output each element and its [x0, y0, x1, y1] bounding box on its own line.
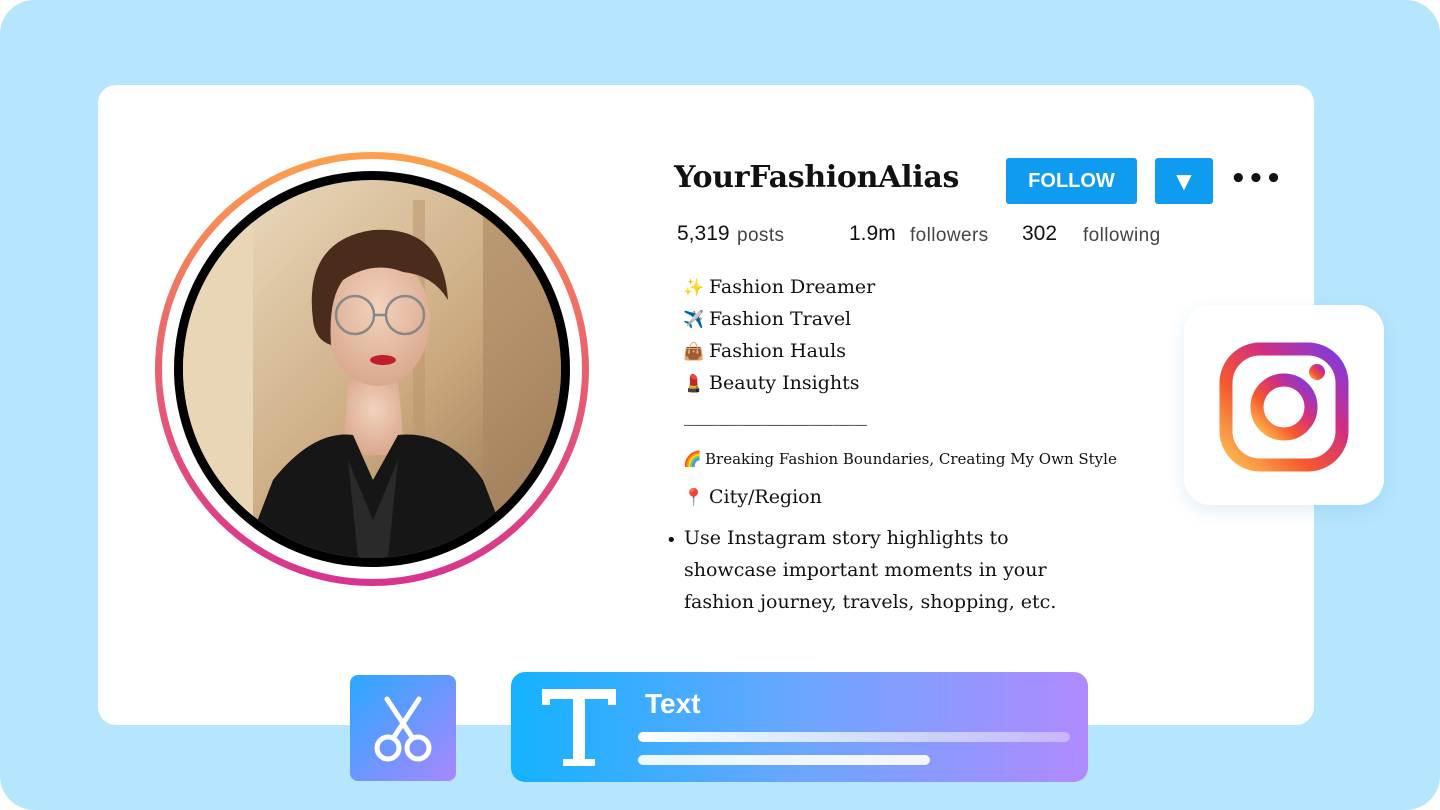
- dropdown-button[interactable]: ▼: [1155, 158, 1213, 204]
- follow-button[interactable]: FOLLOW: [1006, 158, 1137, 204]
- profile-avatar[interactable]: [183, 180, 561, 558]
- pin-icon: 📍: [683, 488, 705, 508]
- text-icon: [542, 689, 616, 766]
- scissors-icon: [374, 696, 432, 762]
- followers-count[interactable]: 1.9m: [849, 222, 896, 246]
- bio-line: 💄 Beauty Insights: [683, 372, 860, 394]
- tip-text: Use Instagram story highlights to showca…: [684, 527, 1057, 613]
- following-label[interactable]: following: [1083, 225, 1161, 247]
- bio-tagline: 🌈 Breaking Fashion Boundaries, Creating M…: [683, 450, 1117, 468]
- story-ring[interactable]: [155, 152, 589, 586]
- following-count[interactable]: 302: [1022, 222, 1057, 246]
- followers-label[interactable]: followers: [910, 225, 989, 247]
- bio-line: ✈️ Fashion Travel: [683, 308, 852, 330]
- bullet-icon: •: [666, 530, 677, 551]
- more-options-icon[interactable]: •••: [1230, 164, 1283, 194]
- chevron-down-icon: ▼: [1176, 169, 1192, 193]
- rainbow-icon: 🌈: [683, 450, 702, 468]
- bio-line: ✨ Fashion Dreamer: [683, 276, 876, 298]
- profile-username: YourFashionAlias: [674, 160, 960, 195]
- lipstick-icon: 💄: [683, 374, 705, 394]
- posts-label: posts: [737, 225, 785, 246]
- airplane-icon: ✈️: [683, 310, 705, 330]
- sparkles-icon: ✨: [683, 278, 705, 298]
- cut-tool-button[interactable]: [350, 675, 456, 781]
- bio-location: 📍 City/Region: [683, 486, 822, 508]
- handbag-icon: 👜: [683, 342, 705, 362]
- canvas-background: YourFashionAlias FOLLOW ▼ ••• 5,319 post…: [0, 0, 1440, 810]
- bio-divider: ________________: [684, 404, 868, 426]
- instagram-logo-tile: [1184, 305, 1384, 505]
- instagram-icon: [1219, 342, 1349, 472]
- posts-count: 5,319: [677, 222, 730, 245]
- text-tool-label: Text: [645, 688, 701, 719]
- text-placeholder-line: [638, 732, 1070, 742]
- text-tool-bar[interactable]: Text: [511, 672, 1088, 782]
- bio-line: 👜 Fashion Hauls: [683, 340, 846, 362]
- text-placeholder-line: [638, 755, 930, 765]
